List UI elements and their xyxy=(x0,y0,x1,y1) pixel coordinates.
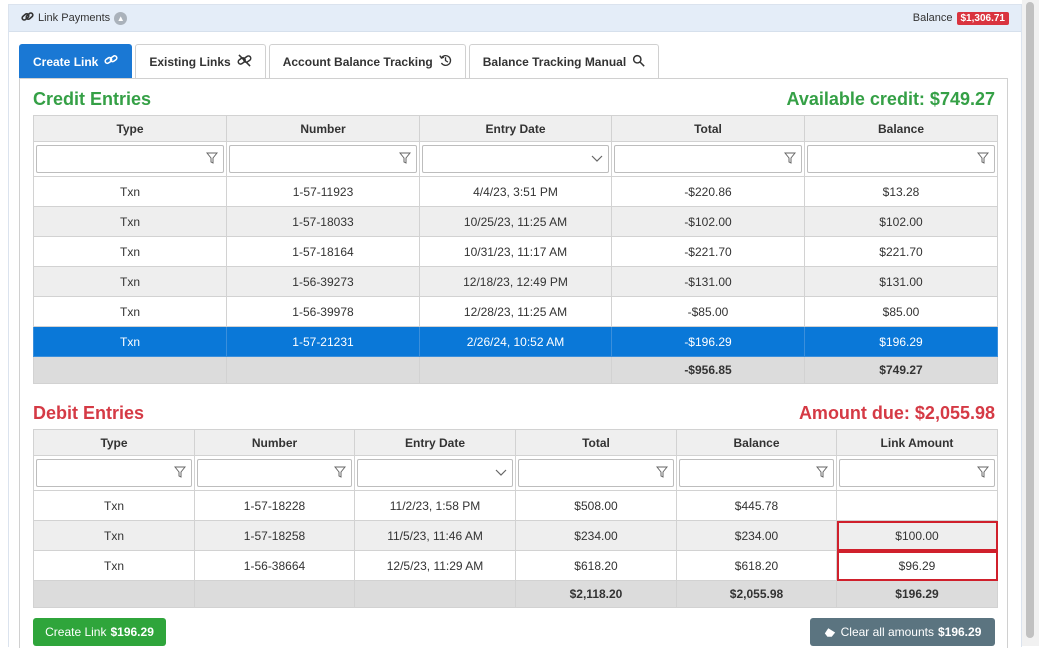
search-icon xyxy=(626,54,645,70)
column-header[interactable]: Type xyxy=(33,115,227,142)
create-link-button[interactable]: Create Link $196.29 xyxy=(33,618,166,646)
eraser-icon xyxy=(824,627,836,638)
chevron-down-icon[interactable] xyxy=(495,466,507,481)
tab-bar: Create Link Existing Links Account Balan… xyxy=(19,44,662,79)
chevron-down-icon[interactable] xyxy=(591,152,603,167)
tab-content: Credit Entries Available credit: $749.27… xyxy=(19,78,1008,648)
column-header[interactable]: Type xyxy=(33,429,195,456)
filter-icon[interactable] xyxy=(333,466,347,481)
table-row[interactable]: Txn 1-57-18033 10/25/23, 11:25 AM -$102.00 $… xyxy=(33,206,998,237)
table-row[interactable]: Txn 1-56-39978 12/28/23, 11:25 AM -$85.00 $8… xyxy=(33,296,998,327)
entry-date-filter-select[interactable] xyxy=(422,145,609,173)
entry-date-filter-select[interactable] xyxy=(357,459,513,487)
link-icon xyxy=(98,54,118,69)
table-row[interactable]: Txn 1-57-11923 4/4/23, 3:51 PM -$220.86 $13.… xyxy=(33,176,998,207)
link-amount-cell[interactable]: $96.29 xyxy=(836,550,998,581)
filter-icon[interactable] xyxy=(976,152,990,167)
column-header[interactable]: Balance xyxy=(804,115,998,142)
table-row[interactable]: Txn 1-57-18164 10/31/23, 11:17 AM -$221.70 $… xyxy=(33,236,998,267)
total-filter-input[interactable] xyxy=(518,459,674,487)
tab-existing-links[interactable]: Existing Links xyxy=(135,44,266,78)
balance-label: Balance xyxy=(912,12,953,24)
link-amount-cell[interactable]: $100.00 xyxy=(836,520,998,551)
tab-create-link[interactable]: Create Link xyxy=(19,44,133,78)
amount-due: Amount due: $2,055.98 xyxy=(798,403,995,423)
tab-label: Account Balance Tracking xyxy=(282,54,433,69)
clear-all-amounts-button[interactable]: Clear all amounts $196.29 xyxy=(810,618,995,646)
filter-icon[interactable] xyxy=(655,466,669,481)
column-header[interactable]: Balance xyxy=(676,429,837,456)
unlink-icon xyxy=(231,53,252,70)
filter-icon[interactable] xyxy=(398,152,412,167)
link-icon xyxy=(21,10,38,26)
available-credit: Available credit: $749.27 xyxy=(786,89,995,109)
filter-icon[interactable] xyxy=(783,152,797,167)
column-header[interactable]: Total xyxy=(515,429,677,456)
tab-balance-tracking-manual[interactable]: Balance Tracking Manual xyxy=(468,44,660,78)
filter-icon[interactable] xyxy=(815,466,829,481)
link-amount-filter-input[interactable] xyxy=(839,459,995,487)
type-filter-input[interactable] xyxy=(36,145,224,173)
table-row[interactable]: Txn 1-56-38664 12/5/23, 11:29 AM $618.20 $61… xyxy=(33,550,998,581)
column-header[interactable]: Link Amount xyxy=(836,429,998,456)
number-filter-input[interactable] xyxy=(197,459,352,487)
filter-icon[interactable] xyxy=(205,152,219,167)
tab-account-balance-tracking[interactable]: Account Balance Tracking xyxy=(268,44,466,78)
balance-filter-input[interactable] xyxy=(807,145,995,173)
tab-label: Existing Links xyxy=(149,54,231,69)
credit-entries-table: Type Number Entry Date Total Balance Txn… xyxy=(33,115,998,384)
balance-badge: $1,306.71 xyxy=(956,11,1009,25)
column-header[interactable]: Entry Date xyxy=(419,115,612,142)
filter-row xyxy=(33,141,998,177)
filter-icon[interactable] xyxy=(976,466,990,481)
totals-row: -$956.85 $749.27 xyxy=(33,356,998,384)
debit-entries-table: Type Number Entry Date Total Balance Lin… xyxy=(33,429,998,608)
filter-row xyxy=(33,455,998,491)
balance-filter-input[interactable] xyxy=(679,459,834,487)
table-row[interactable]: Txn 1-57-18258 11/5/23, 11:46 AM $234.00 $23… xyxy=(33,520,998,551)
column-header[interactable]: Number xyxy=(194,429,355,456)
number-filter-input[interactable] xyxy=(229,145,417,173)
filter-icon[interactable] xyxy=(173,466,187,481)
table-row[interactable]: Txn 1-56-39273 12/18/23, 12:49 PM -$131.00 $… xyxy=(33,266,998,297)
tab-label: Balance Tracking Manual xyxy=(482,54,627,69)
type-filter-input[interactable] xyxy=(36,459,192,487)
column-header[interactable]: Total xyxy=(611,115,805,142)
page-scrollbar[interactable] xyxy=(1022,0,1039,646)
table-row[interactable]: Txn 1-57-18228 11/2/23, 1:58 PM $508.00 $445… xyxy=(33,490,998,521)
scrollbar-thumb[interactable] xyxy=(1026,2,1034,638)
panel-titlebar: Link Payments ▲ Balance $1,306.71 xyxy=(9,5,1021,32)
link-amount-cell[interactable] xyxy=(836,490,998,521)
column-header[interactable]: Number xyxy=(226,115,420,142)
credit-entries-title: Credit Entries xyxy=(33,89,152,109)
info-icon[interactable]: ▲ xyxy=(114,11,128,25)
link-payments-panel: Link Payments ▲ Balance $1,306.71 Create… xyxy=(8,4,1022,648)
column-header[interactable]: Entry Date xyxy=(354,429,516,456)
panel-title: Link Payments xyxy=(38,12,111,24)
table-row-selected[interactable]: Txn 1-57-21231 2/26/24, 10:52 AM -$196.29 $1… xyxy=(33,326,998,357)
debit-entries-title: Debit Entries xyxy=(33,403,145,423)
history-icon xyxy=(433,54,452,70)
tab-label: Create Link xyxy=(33,54,99,69)
totals-row: $2,118.20 $2,055.98 $196.29 xyxy=(33,580,998,608)
total-filter-input[interactable] xyxy=(614,145,802,173)
